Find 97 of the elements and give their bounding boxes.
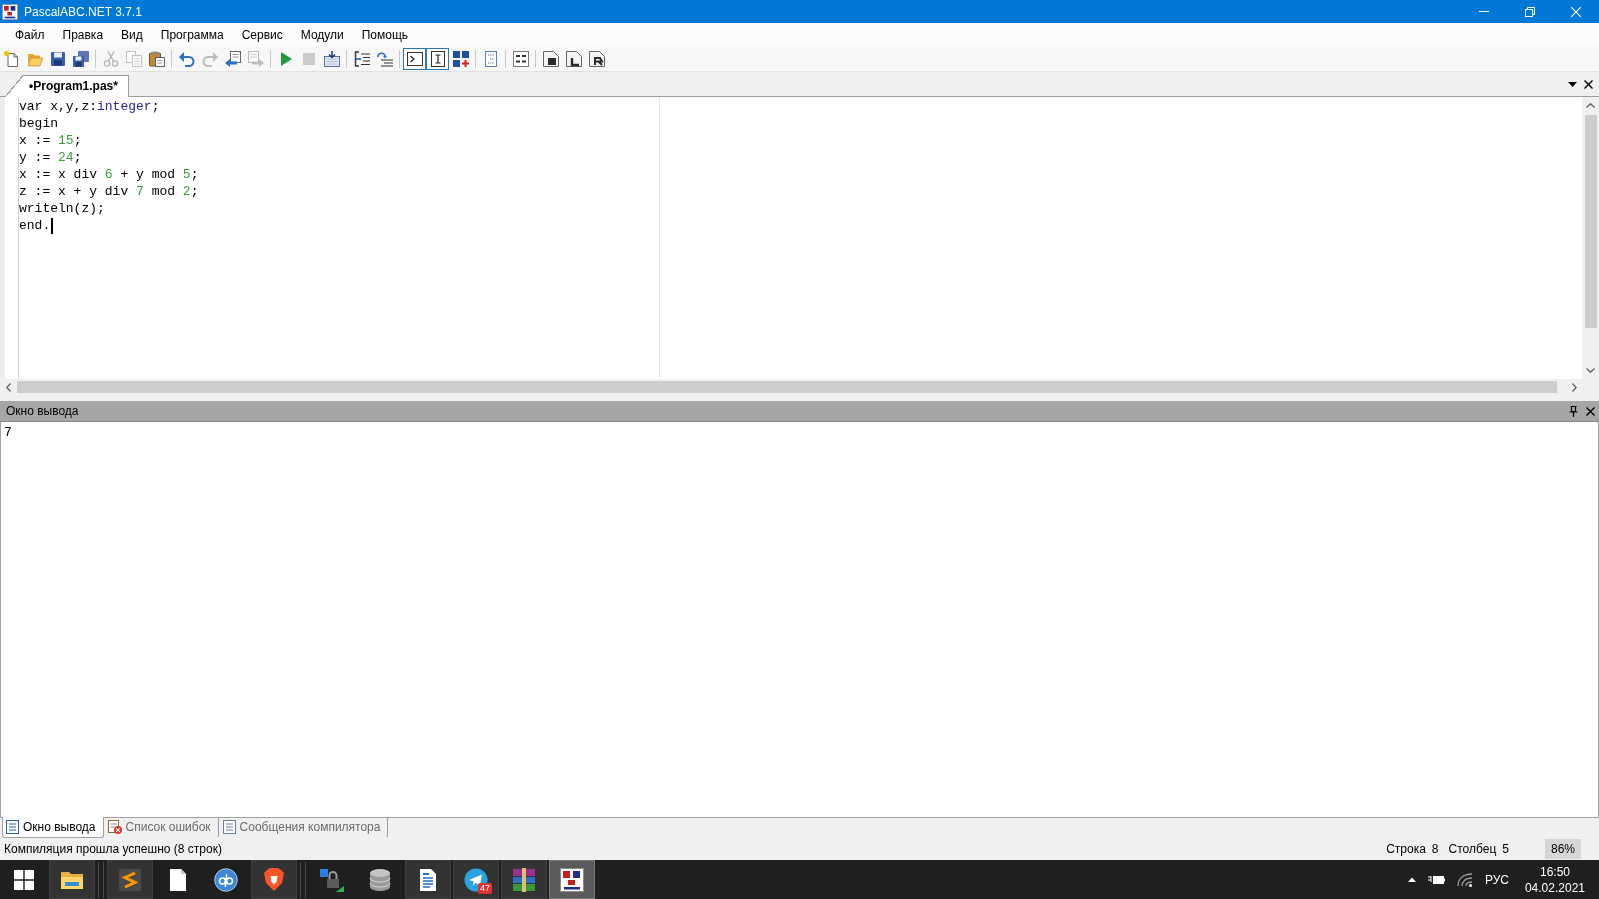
power-button[interactable] — [1427, 874, 1445, 885]
zigzag-tile-icon — [118, 867, 142, 892]
code-line: writeln(z); — [19, 200, 105, 217]
taskbar-app-button[interactable] — [549, 860, 595, 899]
menu-item[interactable]: Правка — [53, 25, 113, 45]
status-label: Столбец — [1448, 842, 1497, 856]
scrollbar-thumb[interactable] — [17, 381, 1557, 393]
code-line: x := 15; — [19, 132, 82, 149]
scissors-icon — [102, 51, 119, 67]
code-line: z := x + y div 7 mod 2; — [19, 183, 199, 200]
document-tab[interactable]: •Program1.pas* — [5, 75, 129, 97]
circle-logo-icon — [214, 867, 238, 892]
close-icon — [1571, 6, 1581, 17]
chevron-down-icon — [1586, 368, 1595, 373]
page-arrow-right-icon — [247, 51, 264, 67]
clipboard-icon — [148, 51, 165, 67]
output-text: 7 — [4, 425, 13, 440]
menu-item[interactable]: Помощь — [352, 25, 418, 45]
minimize-icon — [1479, 11, 1489, 12]
code-line: begin — [19, 115, 58, 132]
wifi-icon — [1456, 872, 1473, 887]
shield-icon — [262, 867, 286, 892]
scrollbar-thumb[interactable] — [1584, 115, 1597, 328]
code-line: end. — [19, 217, 51, 234]
page-arrow-left-icon — [224, 51, 241, 67]
window-title: PascalABC.NET 3.7.1 — [24, 4, 142, 19]
console-button[interactable] — [403, 48, 426, 70]
taskbar-app-button[interactable] — [501, 860, 547, 899]
menu-item[interactable]: Файл — [6, 25, 54, 45]
windows-logo-icon — [14, 869, 34, 890]
status-value: 8 — [1431, 842, 1439, 856]
app-logo-icon — [2, 3, 18, 20]
bracket-lines-icon — [353, 51, 370, 67]
menu-item[interactable]: Модули — [291, 25, 353, 45]
menu-item[interactable]: Программа — [151, 25, 233, 45]
tab-list-button[interactable] — [1568, 81, 1577, 87]
chevron-left-icon — [6, 382, 11, 392]
stop-icon — [300, 51, 317, 67]
chevron-up-icon — [1407, 877, 1416, 882]
floppy-disks-icon — [72, 51, 89, 67]
redo-icon — [201, 51, 218, 67]
undo-icon — [178, 51, 195, 67]
database-icon — [368, 867, 392, 892]
clock-date: 04.02.2021 — [1524, 880, 1585, 895]
blocks-plus-icon — [452, 51, 469, 67]
dashed-page-icon — [482, 51, 499, 67]
status-message: Компиляция прошла успешно (8 строк) — [4, 842, 222, 856]
new-file-icon — [3, 51, 20, 67]
clock-time: 16:50 — [1539, 864, 1570, 879]
terminal-icon — [406, 51, 423, 67]
close-panel-button[interactable] — [1586, 406, 1595, 416]
menu-item[interactable]: Сервис — [232, 25, 292, 45]
zoom-level: 86% — [1544, 839, 1581, 859]
chevron-up-icon — [1586, 103, 1595, 108]
arrow-lines-icon — [376, 51, 393, 67]
books-icon — [512, 867, 536, 892]
code-line: var x,y,z:integer; — [19, 98, 160, 115]
status-label: Строка — [1386, 842, 1426, 856]
code-line: x := x div 6 + y mod 5; — [19, 166, 199, 183]
lock-icon — [320, 867, 344, 892]
show-hidden-icons-button[interactable] — [1407, 877, 1416, 882]
grid-arrow-icon — [323, 51, 340, 67]
language-indicator[interactable]: РУС — [1484, 872, 1509, 887]
folded-page-icon — [542, 51, 559, 67]
taskbar-app-button[interactable] — [251, 860, 297, 899]
document-lines-icon — [6, 820, 19, 834]
taskbar-app-button[interactable] — [107, 860, 153, 899]
close-icon — [1586, 406, 1595, 416]
restore-icon — [1525, 6, 1535, 17]
taskbar-app-button[interactable]: 47 — [453, 860, 499, 899]
battery-icon — [1427, 874, 1445, 885]
folder-open-icon — [26, 51, 43, 67]
panel-title: Окно вывода — [6, 404, 79, 418]
cursor-mode-button[interactable] — [426, 48, 449, 70]
caret-down-icon — [1568, 81, 1577, 87]
text-cursor-icon — [429, 51, 446, 67]
close-tab-button[interactable] — [1584, 79, 1593, 89]
pin-icon — [1569, 405, 1578, 417]
unread-count-badge: 47 — [478, 883, 492, 894]
copy-icon — [125, 51, 142, 67]
grid-page-icon — [512, 51, 529, 67]
pin-button[interactable] — [1569, 405, 1578, 417]
vertical-scrollbar[interactable] — [1582, 97, 1599, 379]
folded-page-icon — [588, 51, 605, 67]
taskbar-app-button[interactable] — [49, 860, 95, 899]
chevron-right-icon — [1572, 382, 1577, 392]
code-line: y := 24; — [19, 149, 82, 166]
panel-tab[interactable]: Окно вывода — [2, 817, 104, 838]
taskbar-app-button[interactable] — [405, 860, 451, 899]
app-logo-icon — [560, 867, 584, 892]
close-icon — [1584, 79, 1593, 89]
network-button[interactable] — [1456, 872, 1473, 887]
document-error-icon — [107, 820, 122, 834]
menu-item[interactable]: Вид — [112, 25, 152, 45]
list-icon — [222, 820, 236, 834]
folded-page-icon — [565, 51, 582, 67]
status-value: 5 — [1502, 842, 1509, 856]
